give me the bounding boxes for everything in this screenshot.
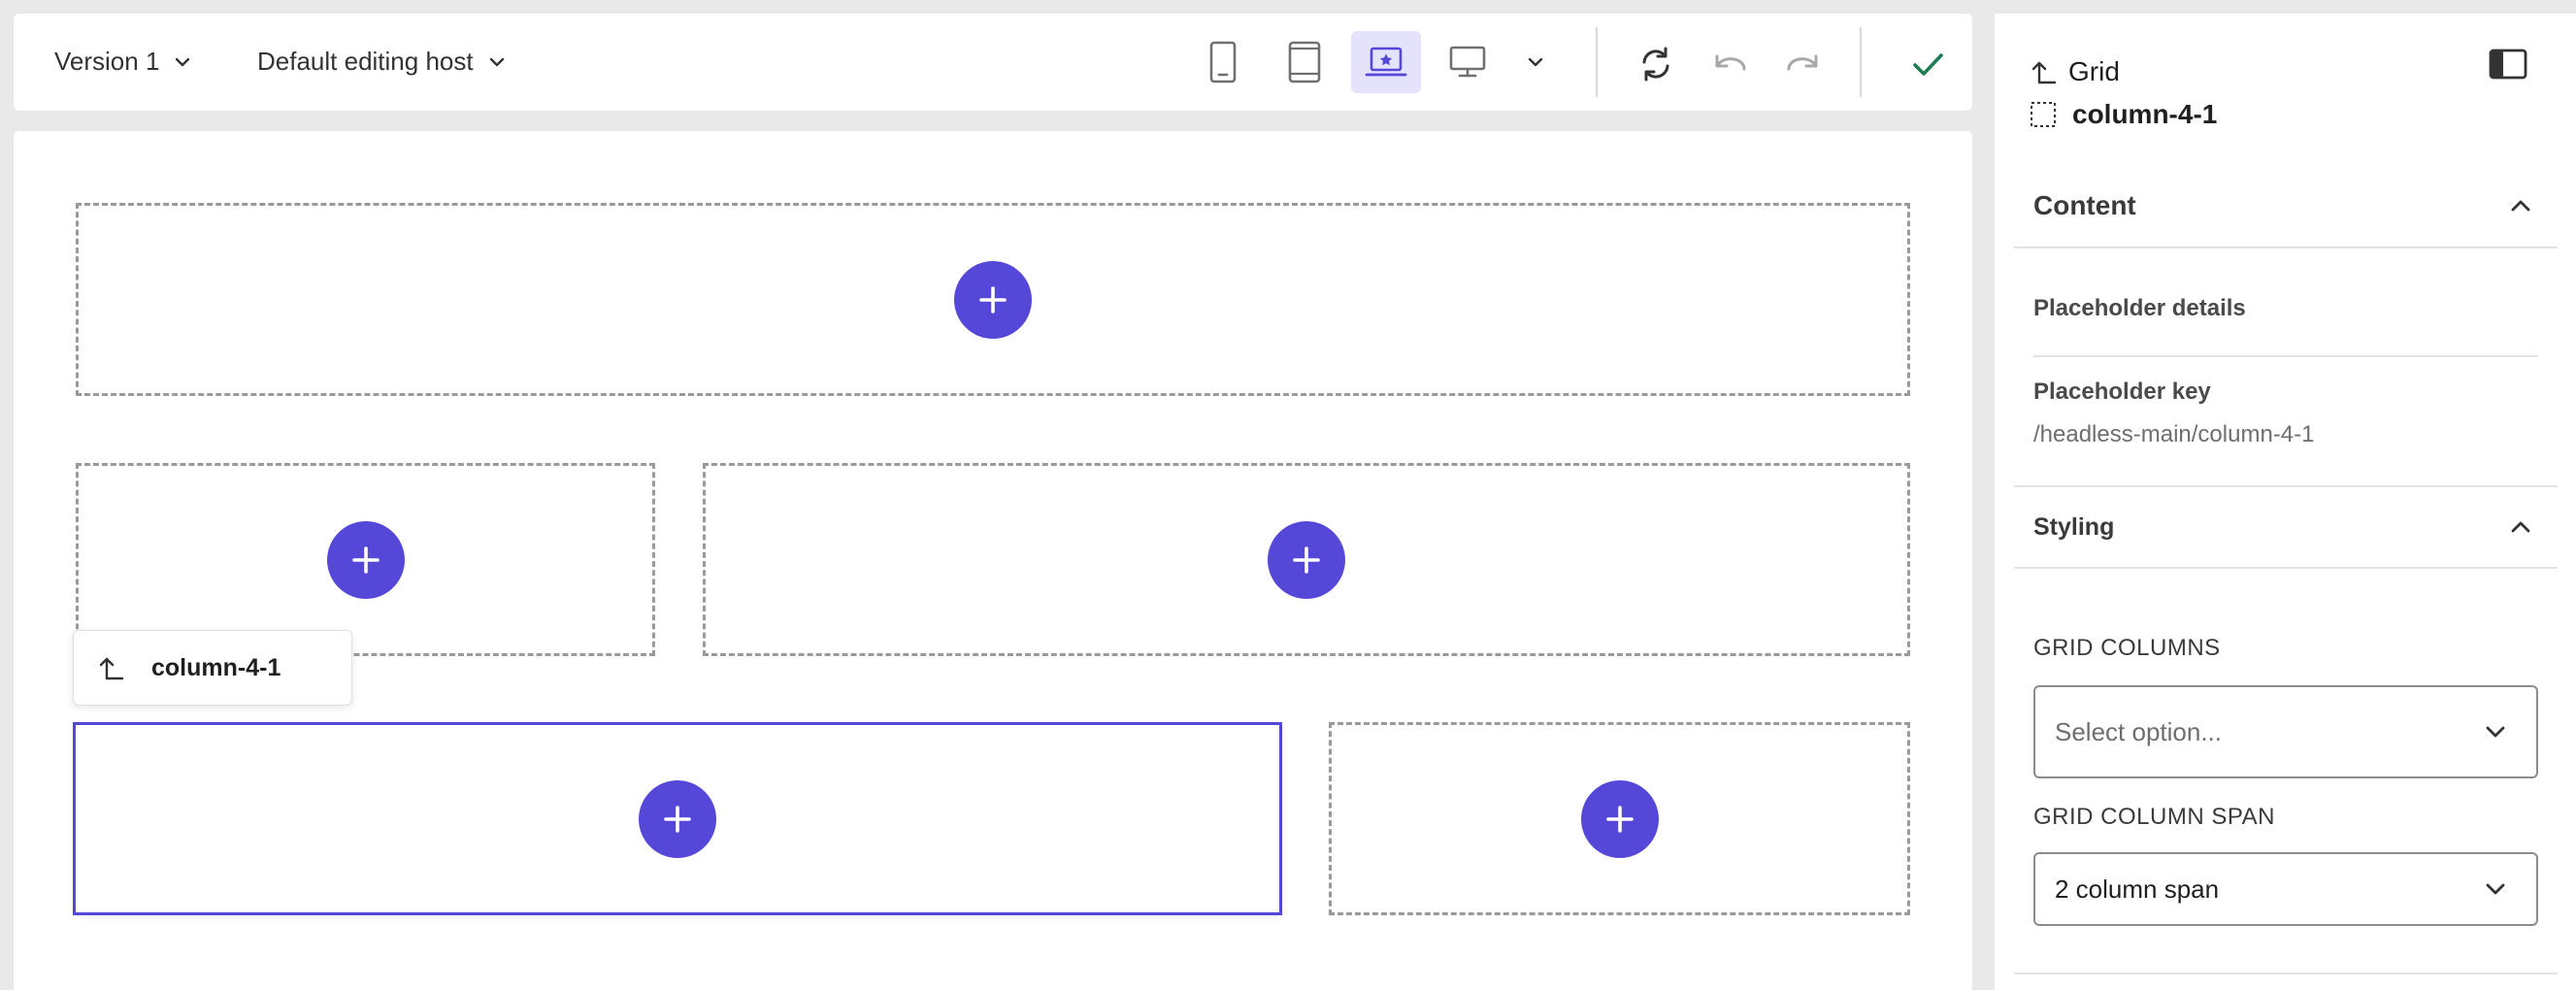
add-component-button[interactable] [639, 779, 716, 858]
content-section-header[interactable]: Content [2014, 165, 2558, 248]
monitor-icon [1449, 46, 1486, 78]
placeholder-icon [2031, 102, 2056, 127]
grid-column-span-label: GRID COLUMN SPAN [2033, 804, 2275, 830]
chevron-down-icon [1528, 57, 1543, 67]
section-divider [2033, 355, 2538, 357]
sidebar-toggle-icon [2489, 49, 2527, 80]
add-component-button[interactable] [1268, 520, 1345, 599]
redo-icon [1787, 54, 1818, 71]
add-component-button[interactable] [954, 260, 1032, 339]
placeholder-details-title: Placeholder details [2033, 295, 2246, 321]
placeholder-column[interactable] [703, 463, 1910, 656]
refresh-icon [1642, 47, 1669, 82]
tablet-icon [1288, 41, 1321, 83]
panel-title-text: column-4-1 [2072, 99, 2218, 129]
select-parent-icon [2031, 61, 2057, 84]
panel-title: column-4-1 [2030, 99, 2217, 130]
editor-toolbar: Version 1 Default editing host [14, 14, 1972, 111]
toolbar-divider [1596, 27, 1598, 97]
editing-host-dropdown[interactable]: Default editing host [257, 47, 509, 77]
chevron-down-icon [2486, 883, 2505, 895]
chevron-down-icon [176, 57, 190, 66]
add-component-button[interactable] [326, 520, 405, 599]
undo-button[interactable] [1702, 37, 1757, 91]
properties-panel: Grid column-4-1 Content Placeholder deta… [1995, 14, 2576, 990]
confirm-button[interactable] [1900, 37, 1955, 91]
placeholder-header[interactable] [76, 203, 1910, 396]
select-parent-icon [99, 657, 124, 680]
chevron-down-icon [489, 57, 504, 66]
plus-icon [664, 805, 691, 833]
device-tablet-button[interactable] [1270, 31, 1339, 93]
check-icon [1913, 53, 1943, 76]
redo-button[interactable] [1776, 37, 1831, 91]
refresh-button[interactable] [1629, 37, 1683, 91]
phone-icon [1209, 41, 1237, 83]
styling-section-header[interactable]: Styling [2014, 485, 2558, 569]
content-section-title: Content [2033, 190, 2136, 220]
toggle-panel-button[interactable] [2488, 47, 2528, 82]
grid-column-span-value: 2 column span [2055, 874, 2220, 904]
grid-columns-label: GRID COLUMNS [2033, 635, 2221, 661]
toolbar-divider [1860, 27, 1862, 97]
grid-columns-placeholder: Select option... [2055, 716, 2222, 746]
placeholder-key-label: Placeholder key [2033, 379, 2211, 405]
version-dropdown[interactable]: Version 1 [54, 47, 194, 77]
styling-section-title: Styling [2033, 512, 2115, 541]
placeholder-column[interactable] [76, 463, 655, 656]
plus-icon [351, 545, 380, 574]
device-mobile-button[interactable] [1188, 31, 1258, 93]
plus-icon [1293, 545, 1320, 574]
placeholder-key-value: /headless-main/column-4-1 [2033, 421, 2315, 447]
grid-columns-select[interactable]: Select option... [2033, 685, 2538, 778]
plus-icon [1605, 805, 1634, 833]
page-canvas: column-4-1 [14, 131, 1972, 990]
section-divider [2014, 973, 2558, 974]
grid-column-span-select[interactable]: 2 column span [2033, 852, 2538, 926]
parent-label: Grid [2068, 56, 2120, 86]
parent-grid-link[interactable]: Grid [2030, 56, 2120, 87]
plus-icon [979, 285, 1007, 314]
selected-element-chip[interactable]: column-4-1 [73, 630, 352, 706]
chevron-up-icon [2511, 200, 2530, 212]
chip-label: column-4-1 [151, 653, 281, 681]
device-laptop-button[interactable] [1351, 31, 1421, 93]
placeholder-column-selected[interactable] [73, 722, 1282, 915]
version-label: Version 1 [54, 47, 160, 76]
more-devices-button[interactable] [1508, 31, 1563, 93]
chevron-up-icon [2511, 521, 2530, 533]
laptop-star-icon [1365, 47, 1407, 77]
undo-icon [1715, 54, 1746, 71]
add-component-button[interactable] [1580, 779, 1659, 858]
chevron-down-icon [2486, 726, 2505, 738]
placeholder-column[interactable] [1329, 722, 1910, 915]
device-desktop-button[interactable] [1433, 31, 1503, 93]
editing-host-label: Default editing host [257, 47, 474, 76]
